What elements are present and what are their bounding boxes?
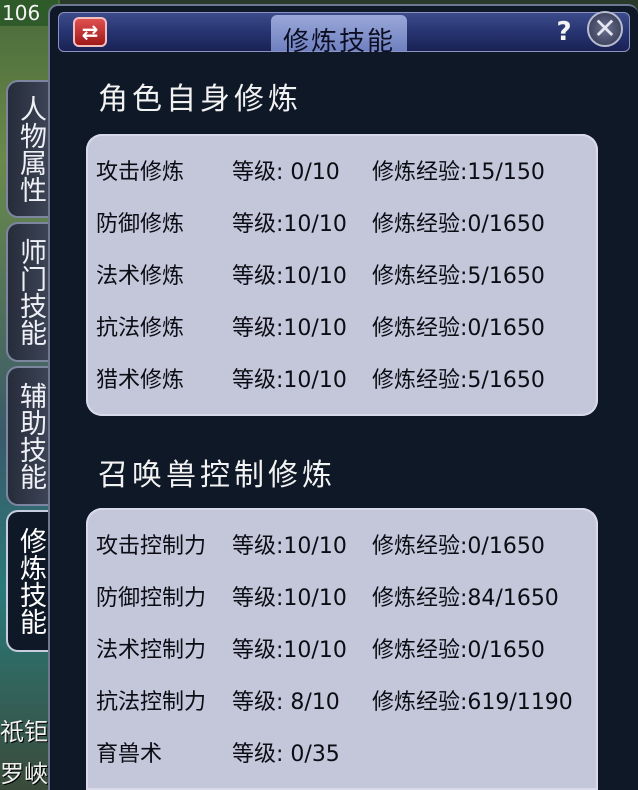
- skill-name: 法术控制力: [96, 638, 207, 663]
- window-title: 修炼技能: [282, 27, 395, 57]
- skill-name: 育兽术: [96, 742, 163, 767]
- skill-name: 抗法修炼: [96, 316, 185, 341]
- self-training-heading: 角色自身修炼: [98, 82, 302, 117]
- skill-level: 等级:10/10: [232, 316, 347, 341]
- table-row: 防御修炼 等级:10/10 修炼经验:0/1650: [86, 206, 598, 246]
- skill-exp: 修炼经验:5/1650: [372, 368, 545, 393]
- skill-exp: 修炼经验:84/1650: [372, 586, 559, 611]
- tab-auxiliary-skills[interactable]: 辅助技能: [6, 366, 52, 506]
- tab-school-skills[interactable]: 师门技能: [6, 222, 52, 362]
- table-row: 攻击控制力 等级:10/10 修炼经验:0/1650: [86, 528, 598, 568]
- skill-name: 猎术修炼: [96, 368, 185, 393]
- skill-level: 等级:10/10: [232, 212, 347, 237]
- close-icon: ✕: [593, 12, 617, 45]
- pet-training-panel: 攻击控制力 等级:10/10 修炼经验:0/1650 防御控制力 等级:10/1…: [86, 508, 598, 790]
- swap-button[interactable]: ⇄: [73, 17, 107, 47]
- table-row: 法术控制力 等级:10/10 修炼经验:0/1650: [86, 632, 598, 672]
- table-row: 猎术修炼 等级:10/10 修炼经验:5/1650: [86, 362, 598, 402]
- close-button[interactable]: ✕: [587, 11, 623, 47]
- skill-name: 攻击控制力: [96, 534, 207, 559]
- skill-exp: 修炼经验:0/1650: [372, 534, 545, 559]
- skill-level: 等级:10/10: [232, 534, 347, 559]
- skill-level: 等级:10/10: [232, 638, 347, 663]
- skill-name: 防御修炼: [96, 212, 185, 237]
- skill-level: 等级:10/10: [232, 586, 347, 611]
- table-row: 攻击修炼 等级: 0/10 修炼经验:15/150: [86, 154, 598, 194]
- pet-training-heading: 召唤兽控制修炼: [98, 458, 336, 493]
- help-button[interactable]: ?: [551, 19, 577, 45]
- table-row: 抗法修炼 等级:10/10 修炼经验:0/1650: [86, 310, 598, 350]
- tab-training-skills[interactable]: 修炼技能: [6, 510, 52, 652]
- skill-name: 法术修炼: [96, 264, 185, 289]
- self-training-panel: 攻击修炼 等级: 0/10 修炼经验:15/150 防御修炼 等级:10/10 …: [86, 134, 598, 416]
- skill-level: 等级: 0/35: [232, 742, 340, 767]
- skill-name: 抗法控制力: [96, 690, 207, 715]
- skill-level: 等级:10/10: [232, 264, 347, 289]
- skill-level: 等级:10/10: [232, 368, 347, 393]
- swap-arrows-icon: ⇄: [81, 20, 99, 44]
- skill-exp: 修炼经验:0/1650: [372, 316, 545, 341]
- table-row: 抗法控制力 等级: 8/10 修炼经验:619/1190: [86, 684, 598, 724]
- skill-exp: 修炼经验:0/1650: [372, 212, 545, 237]
- title-tab: 修炼技能: [271, 15, 407, 57]
- skill-name: 防御控制力: [96, 586, 207, 611]
- skill-name: 攻击修炼: [96, 160, 185, 185]
- tab-character-attributes[interactable]: 人物属性: [6, 80, 52, 218]
- skill-level: 等级: 0/10: [232, 160, 340, 185]
- background-text-2: 罗峽: [0, 760, 48, 788]
- skill-exp: 修炼经验:619/1190: [372, 690, 573, 715]
- skill-level: 等级: 8/10: [232, 690, 340, 715]
- title-bar[interactable]: ⇄ 修炼技能 ? ✕: [58, 11, 630, 57]
- skill-exp: 修炼经验:15/150: [372, 160, 545, 185]
- table-row: 法术修炼 等级:10/10 修炼经验:5/1650: [86, 258, 598, 298]
- table-row: 育兽术 等级: 0/35: [86, 736, 598, 776]
- table-row: 防御控制力 等级:10/10 修炼经验:84/1650: [86, 580, 598, 620]
- skill-exp: 修炼经验:5/1650: [372, 264, 545, 289]
- background-text-1: 祇钜: [0, 718, 48, 746]
- skill-exp: 修炼经验:0/1650: [372, 638, 545, 663]
